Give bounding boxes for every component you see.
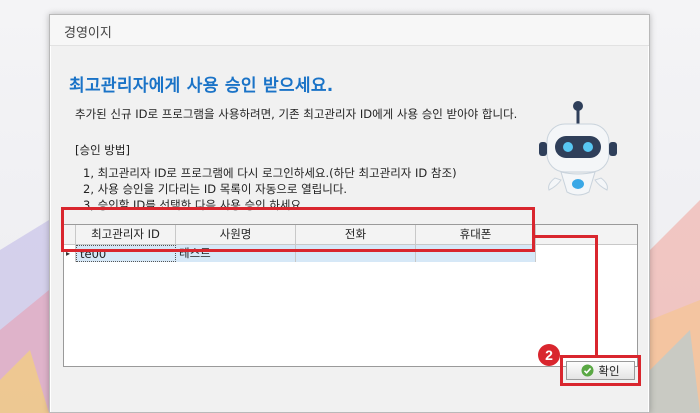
window-title: 경영이지 [64,26,112,41]
step-2: 2, 사용 승인을 기다리는 ID 목록이 자동으로 열립니다. [83,182,348,196]
connector-line-vertical [595,235,598,357]
page-title: 최고관리자에게 사용 승인 받으세요. [69,76,334,96]
robot-icon [539,101,617,196]
step-badge: 2 [538,344,560,366]
steps-list: 1, 최고관리자 ID로 프로그램에 다시 로그인하세요.(하단 최고관리자 I… [83,165,457,213]
instruction-text: 추가된 신규 ID로 프로그램을 사용하려면, 기존 최고관리자 ID에게 사용… [75,107,518,121]
connector-line [535,235,598,238]
title-bar: 경영이지 [50,15,649,46]
check-circle-icon [581,364,594,377]
ok-button-highlight: 확인 [560,355,641,386]
ok-button-label: 확인 [598,363,620,378]
grid-highlight-box [61,207,535,252]
method-title: [승인 방법] [75,143,130,157]
ok-button[interactable]: 확인 [566,361,635,380]
step-1: 1, 최고관리자 ID로 프로그램에 다시 로그인하세요.(하단 최고관리자 I… [83,166,457,180]
